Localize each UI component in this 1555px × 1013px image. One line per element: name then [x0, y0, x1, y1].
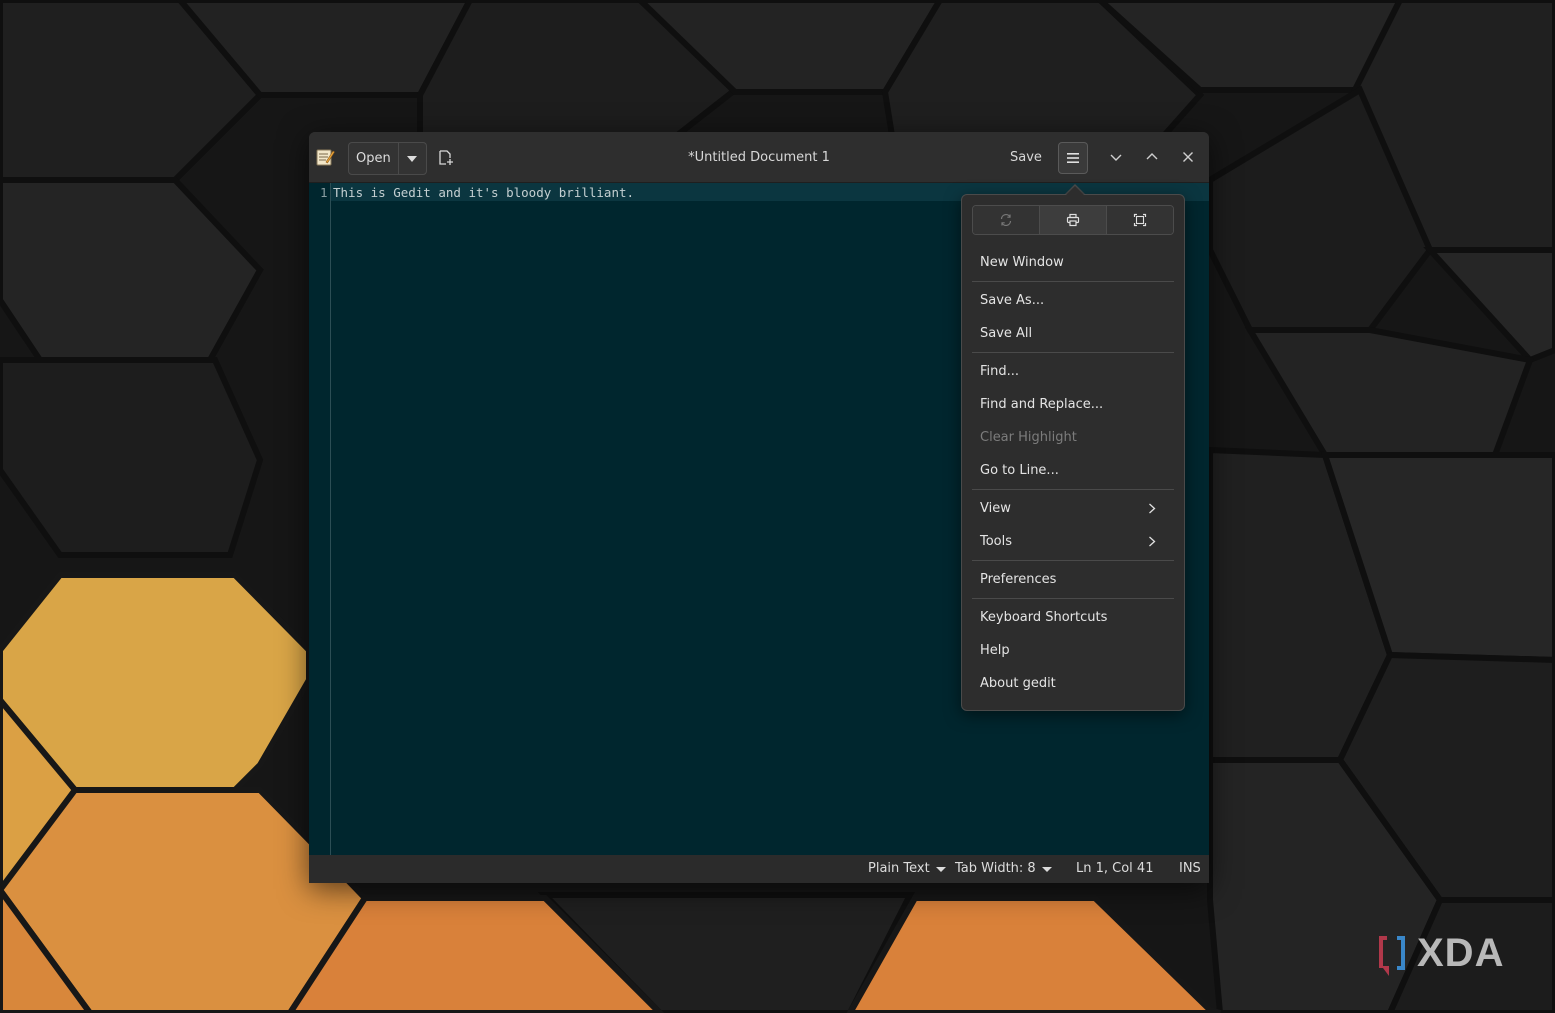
xda-watermark: XDA: [1379, 932, 1504, 976]
headerbar: Open *Untitled Document 1 Save: [309, 132, 1209, 183]
cursor-position-label: Ln 1, Col 41: [1076, 861, 1154, 876]
statusbar: Plain Text Tab Width: 8 Ln 1, Col 41 INS: [309, 855, 1209, 883]
menu-item-new-window[interactable]: New Window: [980, 246, 1170, 279]
reload-icon: [1000, 213, 1012, 227]
line-number-gutter: [309, 183, 331, 855]
menu-separator: [972, 489, 1174, 490]
maximize-icon[interactable]: [1144, 149, 1160, 165]
menu-item-view[interactable]: View: [980, 492, 1170, 525]
caret-down-icon: [935, 866, 946, 872]
menu-item-help[interactable]: Help: [980, 634, 1170, 667]
cursor-position[interactable]: Ln 1, Col 41: [1076, 855, 1153, 883]
print-button[interactable]: [1039, 206, 1106, 234]
menu-item-about-gedit[interactable]: About gedit: [980, 667, 1170, 700]
menu-item-save-all[interactable]: Save All: [980, 317, 1170, 350]
menu-item-view-label: View: [980, 501, 1011, 516]
minimize-icon[interactable]: [1108, 149, 1124, 165]
menu-separator: [972, 598, 1174, 599]
menu-item-preferences[interactable]: Preferences: [980, 563, 1170, 596]
menu-item-tools-label: Tools: [980, 534, 1013, 549]
xda-watermark-text: XDA: [1417, 932, 1504, 975]
tab-width-label: Tab Width: 8: [955, 861, 1036, 876]
menu-separator: [972, 352, 1174, 353]
language-label: Plain Text: [868, 861, 930, 876]
chevron-right-icon: [1149, 536, 1156, 547]
save-button[interactable]: Save: [1010, 132, 1042, 184]
hamburger-popover-menu: New Window Save As... Save All Find... F…: [961, 194, 1185, 711]
hamburger-icon: [1067, 153, 1079, 163]
line-number: 1: [320, 185, 328, 200]
print-icon: [1066, 213, 1080, 227]
tab-width-selector[interactable]: Tab Width: 8: [955, 855, 1052, 883]
language-selector[interactable]: Plain Text: [868, 855, 946, 883]
menu-item-find-and-replace[interactable]: Find and Replace...: [980, 388, 1170, 421]
chevron-right-icon: [1149, 503, 1156, 514]
popover-pointer-inner: [1066, 186, 1084, 195]
menu-item-clear-highlight: Clear Highlight: [980, 430, 1077, 445]
caret-down-icon: [1041, 866, 1052, 872]
menu-item-tools[interactable]: Tools: [980, 525, 1170, 558]
menu-item-keyboard-shortcuts[interactable]: Keyboard Shortcuts: [980, 601, 1170, 634]
insert-mode-indicator: INS: [1179, 855, 1201, 883]
menu-separator: [972, 281, 1174, 282]
hamburger-menu-button[interactable]: [1058, 142, 1088, 174]
editor-line-text[interactable]: This is Gedit and it's bloody brilliant.: [333, 185, 634, 200]
fullscreen-button[interactable]: [1106, 206, 1173, 234]
menu-item-find[interactable]: Find...: [980, 355, 1170, 388]
menu-item-save-as[interactable]: Save As...: [980, 284, 1170, 317]
reload-button[interactable]: [973, 206, 1039, 234]
menu-item-go-to-line[interactable]: Go to Line...: [980, 454, 1170, 487]
menu-separator: [972, 560, 1174, 561]
close-icon[interactable]: [1180, 149, 1196, 165]
insert-mode-label: INS: [1179, 861, 1201, 876]
menu-icon-row: [972, 205, 1174, 235]
fullscreen-icon: [1133, 213, 1147, 227]
